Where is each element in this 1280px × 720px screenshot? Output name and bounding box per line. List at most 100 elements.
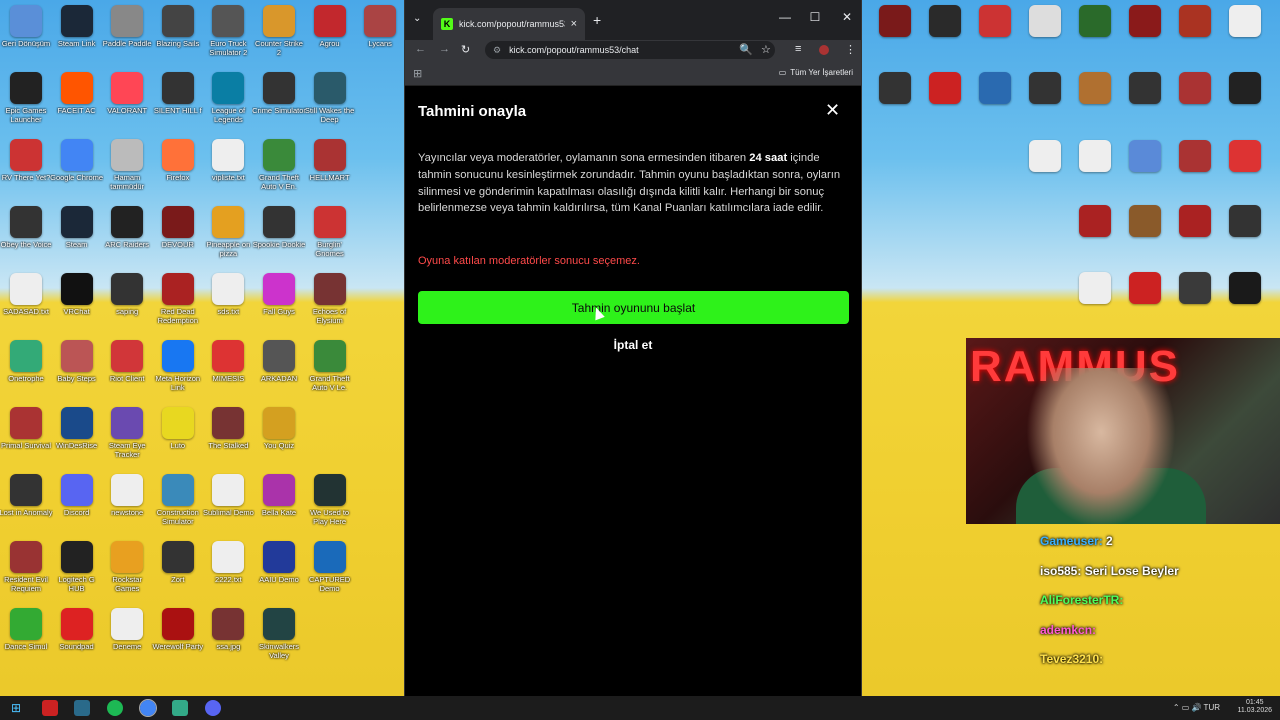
desktop-icon[interactable]: [1220, 140, 1270, 206]
desktop-icon[interactable]: [970, 72, 1020, 138]
desktop-icon[interactable]: You Quiz: [254, 407, 304, 473]
desktop-icon[interactable]: Pineapple on pizza: [203, 206, 253, 272]
desktop-icon[interactable]: ssa.jpg: [203, 608, 253, 674]
desktop-icon[interactable]: AAIU Demo: [254, 541, 304, 607]
desktop-icon[interactable]: [1170, 72, 1220, 138]
desktop-icon[interactable]: Red Dead Redemption: [153, 273, 203, 339]
reload-icon[interactable]: ↻: [461, 43, 470, 56]
desktop-icon[interactable]: [1020, 5, 1070, 71]
desktop-icon[interactable]: Echoes of Elysium: [305, 273, 355, 339]
desktop-icon[interactable]: Werewolf Party: [152, 608, 203, 674]
desktop-icon[interactable]: Lost in Anomaly: [0, 474, 52, 540]
desktop-icon[interactable]: Steam Link: [52, 5, 102, 71]
desktop-icon[interactable]: Logitech G HUB: [52, 541, 102, 607]
tab-close-icon[interactable]: ×: [571, 18, 577, 30]
desktop-icon[interactable]: sds.txt: [203, 273, 253, 339]
window-close-icon[interactable]: ✕: [839, 10, 855, 24]
desktop-icon[interactable]: League of Legends: [203, 72, 253, 138]
desktop-icon[interactable]: WinDesRise: [52, 407, 102, 473]
desktop-icon[interactable]: Rockstar Games: [102, 541, 152, 607]
desktop-icon[interactable]: [970, 5, 1020, 71]
desktop-icon[interactable]: VALORANT: [102, 72, 152, 138]
desktop-icon[interactable]: Baby Steps: [52, 340, 102, 406]
desktop-icon[interactable]: Spookie Dookie: [253, 206, 305, 272]
desktop-icon[interactable]: Steam: [52, 206, 102, 272]
desktop-icon[interactable]: Firefox: [153, 139, 203, 205]
apps-icon[interactable]: ⊞: [413, 67, 422, 80]
zoom-icon[interactable]: 🔍: [739, 43, 753, 56]
desktop-icon[interactable]: Construction Simulator: [153, 474, 203, 540]
desktop-icon[interactable]: Soundpad: [52, 608, 102, 674]
desktop-icon[interactable]: RV There Yet?: [1, 139, 51, 205]
desktop-icon[interactable]: FACEIT AC: [52, 72, 102, 138]
desktop-icon[interactable]: [1120, 272, 1170, 338]
desktop-icon[interactable]: Counter Strike 2: [254, 5, 304, 71]
maximize-icon[interactable]: ☐: [807, 10, 823, 24]
desktop-icon[interactable]: Obey the Voice: [1, 206, 51, 272]
desktop-icon[interactable]: We Used to Play Here: [305, 474, 355, 540]
tab-list-icon[interactable]: ⌄: [413, 13, 421, 24]
desktop-icon[interactable]: [870, 5, 920, 71]
desktop-icon[interactable]: Grand Theft Auto V En.: [254, 139, 304, 205]
site-info-icon[interactable]: ⚙: [493, 45, 501, 56]
desktop-icon[interactable]: Epic Games Launcher: [1, 72, 51, 138]
desktop-icon[interactable]: [1070, 272, 1120, 338]
desktop-icon[interactable]: [1020, 72, 1070, 138]
start-icon[interactable]: ⊞: [8, 700, 24, 716]
desktop-icon[interactable]: [1020, 140, 1070, 206]
back-icon[interactable]: ←: [415, 43, 426, 55]
desktop-icon[interactable]: Riot Client: [102, 340, 152, 406]
forward-icon[interactable]: →: [439, 43, 450, 55]
desktop-icon[interactable]: [1220, 272, 1270, 338]
desktop-icon[interactable]: Steam Eye Tracker: [102, 407, 152, 473]
desktop-icon[interactable]: Euro Truck Simulator 2: [203, 5, 253, 71]
taskbar-app-icon[interactable]: [74, 700, 90, 716]
system-tray[interactable]: ⌃ ▭ 🔊 TUR: [1173, 703, 1220, 712]
profile-avatar[interactable]: [819, 45, 829, 55]
desktop-icon[interactable]: HELLMART: [305, 139, 355, 205]
desktop-icon[interactable]: [1120, 72, 1170, 138]
bookmark-star-icon[interactable]: ☆: [761, 43, 771, 56]
desktop-icon[interactable]: DEVOUR: [153, 206, 203, 272]
desktop-icon[interactable]: vipliste.txt: [203, 139, 253, 205]
desktop-icon[interactable]: Zort: [153, 541, 203, 607]
desktop-icon[interactable]: [1170, 272, 1220, 338]
desktop-icon[interactable]: SADASAD.txt: [1, 273, 51, 339]
desktop-icon[interactable]: saping: [102, 273, 152, 339]
modal-close-icon[interactable]: ✕: [825, 100, 840, 121]
desktop-icon[interactable]: Blazing Sails: [153, 5, 203, 71]
desktop-icon[interactable]: Burglin' Gnomes: [305, 206, 355, 272]
menu-icon[interactable]: ⋮: [845, 43, 856, 56]
desktop-icon[interactable]: Fall Guys: [254, 273, 304, 339]
discord-icon[interactable]: [205, 700, 221, 716]
desktop-icon[interactable]: Dance Simul: [1, 608, 51, 674]
desktop-icon[interactable]: [870, 72, 920, 138]
desktop-icon[interactable]: Still Wakes the Deep: [305, 72, 355, 138]
desktop-icon[interactable]: ARKADAN: [254, 340, 304, 406]
desktop-icon[interactable]: Onetrophe: [1, 340, 51, 406]
clock[interactable]: 01:45 11.03.2026: [1237, 699, 1272, 715]
desktop-icon[interactable]: [920, 72, 970, 138]
desktop-icon[interactable]: [1220, 205, 1270, 271]
desktop-icon[interactable]: newstone: [102, 474, 152, 540]
desktop-icon[interactable]: Resident Evil Requiem: [1, 541, 51, 607]
desktop-icon[interactable]: [1070, 140, 1120, 206]
desktop-icon[interactable]: MIMESIS: [203, 340, 253, 406]
desktop-icon[interactable]: Agrou: [305, 5, 355, 71]
new-tab-icon[interactable]: +: [593, 12, 601, 28]
desktop-icon[interactable]: SILENT HILL f: [153, 72, 203, 138]
desktop-icon[interactable]: Grand Theft Auto V Le.: [305, 340, 355, 406]
desktop-icon[interactable]: [1120, 205, 1170, 271]
address-bar[interactable]: ⚙ kick.com/popout/rammus53/chat: [485, 41, 775, 59]
desktop-icon[interactable]: [1220, 5, 1270, 71]
desktop-icon[interactable]: 2222.txt: [203, 541, 253, 607]
desktop-icon[interactable]: Bella Kate: [254, 474, 304, 540]
desktop-icon[interactable]: Luto: [153, 407, 203, 473]
desktop-icon[interactable]: Lycans: [355, 5, 405, 71]
desktop-icon[interactable]: [1120, 140, 1170, 206]
chrome-icon[interactable]: [139, 699, 157, 717]
desktop-icon[interactable]: CAPTURED Demo: [305, 541, 355, 607]
desktop-icon[interactable]: [1170, 205, 1220, 271]
desktop-icon[interactable]: ARC Raiders: [102, 206, 152, 272]
desktop-icon[interactable]: Discord: [52, 474, 102, 540]
